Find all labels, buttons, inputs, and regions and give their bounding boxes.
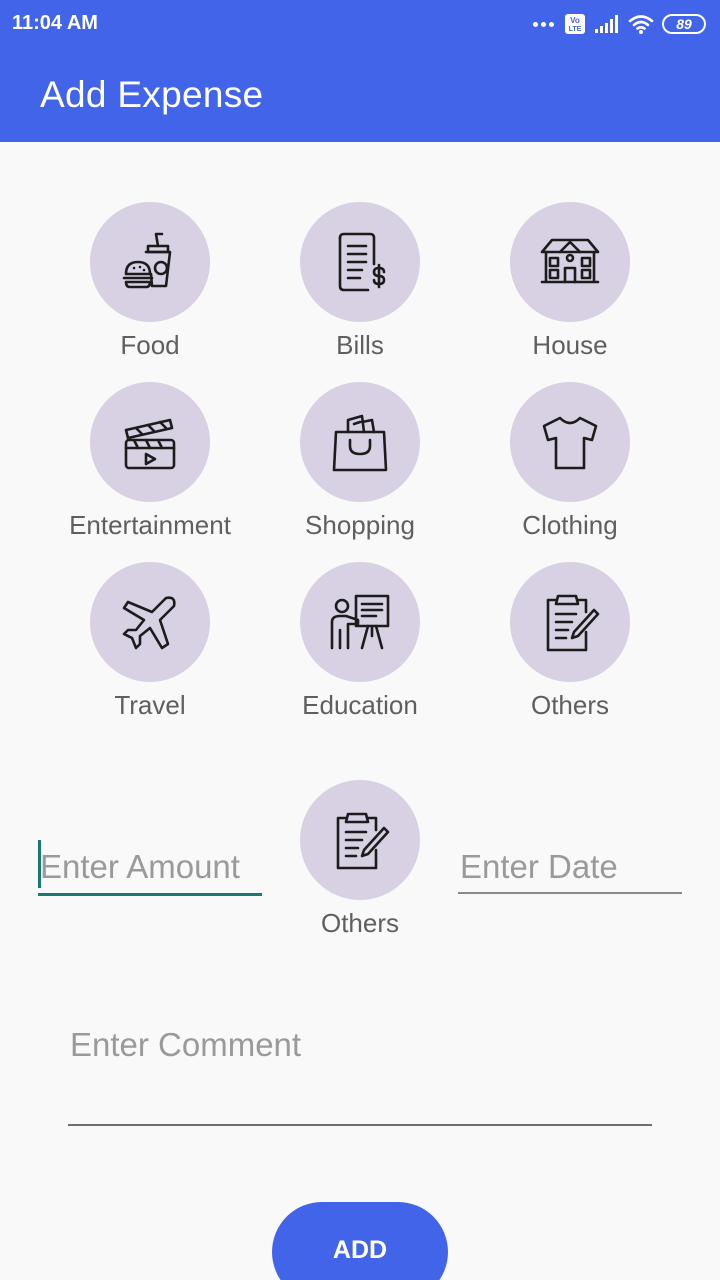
house-icon: [540, 238, 600, 284]
selected-category-label: Others: [320, 908, 400, 938]
battery-indicator: 89: [662, 14, 706, 34]
amount-placeholder: Enter Amount: [40, 848, 240, 885]
category-shopping[interactable]: Shopping: [265, 382, 455, 541]
category-house[interactable]: House: [475, 202, 665, 361]
tshirt-icon: [542, 416, 598, 470]
wifi-icon: [628, 15, 654, 34]
category-education[interactable]: Education: [265, 562, 455, 721]
more-dots-icon: [533, 21, 554, 27]
signal-icon: [595, 15, 618, 33]
category-bills[interactable]: Bills: [265, 202, 455, 361]
category-label: House: [532, 330, 608, 360]
category-entertainment[interactable]: Entertainment: [55, 382, 245, 541]
svg-text:LTE: LTE: [569, 26, 582, 33]
date-input[interactable]: Enter Date: [458, 840, 682, 894]
date-placeholder: Enter Date: [460, 848, 618, 885]
category-label: Others: [530, 690, 610, 720]
teacher-board-icon: [330, 594, 390, 650]
amount-input[interactable]: Enter Amount: [38, 840, 262, 896]
category-entertainment-circle[interactable]: [90, 382, 210, 502]
category-food-circle[interactable]: [90, 202, 210, 322]
comment-placeholder: Enter Comment: [70, 1026, 302, 1063]
status-icons: Vo LTE 89: [533, 12, 706, 36]
category-label: Bills: [336, 330, 384, 360]
category-travel-circle[interactable]: [90, 562, 210, 682]
airplane-icon: [122, 596, 176, 650]
shopping-bag-icon: [332, 414, 388, 472]
volte-icon: Vo LTE: [565, 14, 585, 34]
category-label: Education: [302, 690, 418, 720]
category-bills-circle[interactable]: [300, 202, 420, 322]
category-others[interactable]: Others: [475, 562, 665, 721]
category-clothing-circle[interactable]: [510, 382, 630, 502]
category-label: Entertainment: [69, 510, 231, 540]
category-house-circle[interactable]: [510, 202, 630, 322]
category-label: Food: [120, 330, 180, 360]
selected-category: Others: [265, 780, 455, 939]
clapperboard-icon: [124, 418, 176, 470]
category-label: Travel: [114, 690, 186, 720]
selected-category-circle: [300, 780, 420, 900]
clipboard-icon: [336, 812, 390, 870]
battery-level: 89: [676, 16, 692, 32]
category-education-circle[interactable]: [300, 562, 420, 682]
comment-input[interactable]: Enter Comment: [68, 1018, 652, 1126]
svg-text:Vo: Vo: [570, 16, 580, 25]
add-button[interactable]: ADD: [272, 1202, 448, 1280]
clipboard-icon: [546, 594, 600, 652]
status-time: 11:04 AM: [12, 12, 98, 34]
category-shopping-circle[interactable]: [300, 382, 420, 502]
category-others-circle[interactable]: [510, 562, 630, 682]
category-food[interactable]: Food: [55, 202, 245, 361]
food-icon: [122, 232, 172, 289]
category-label: Shopping: [305, 510, 415, 540]
bills-icon: [338, 232, 386, 292]
category-travel[interactable]: Travel: [55, 562, 245, 721]
app-bar: 11:04 AM Vo LTE 89 Add Expense: [0, 0, 720, 142]
category-label: Clothing: [522, 510, 618, 540]
page-title: Add Expense: [40, 74, 264, 115]
category-clothing[interactable]: Clothing: [475, 382, 665, 541]
